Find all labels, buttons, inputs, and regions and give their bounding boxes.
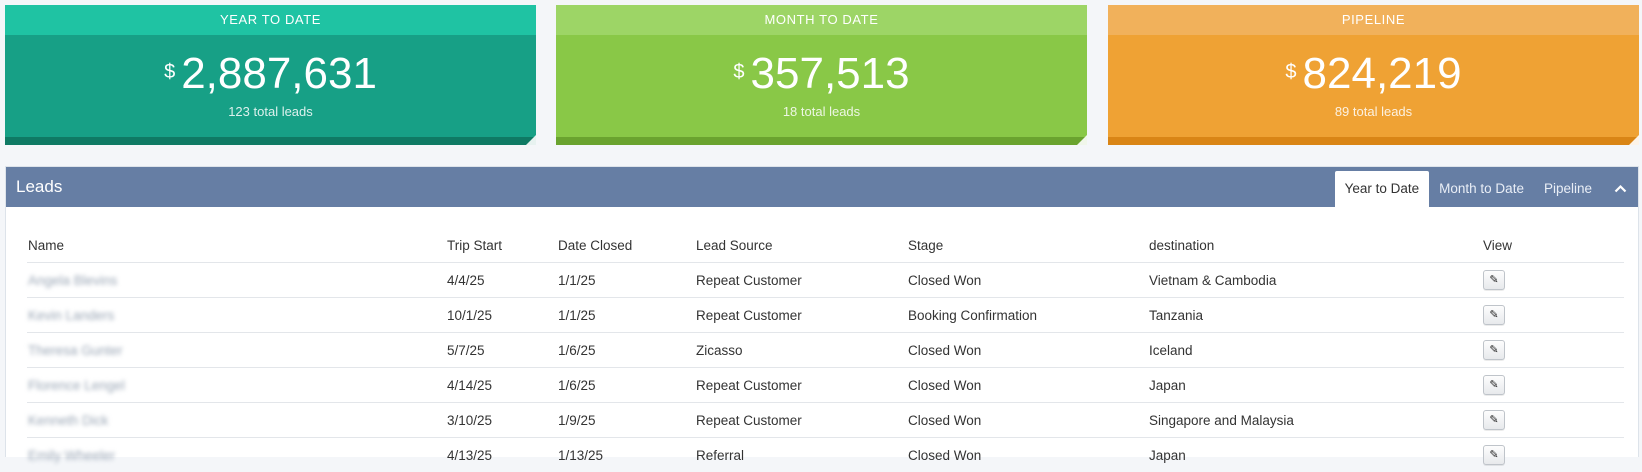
card-title: YEAR TO DATE (5, 5, 536, 35)
header-name[interactable]: Name (27, 229, 446, 263)
cell-stage: Booking Confirmation (907, 298, 1148, 333)
cell-destination: Tanzania (1148, 298, 1482, 333)
cell-destination: Vietnam & Cambodia (1148, 263, 1482, 298)
cell-trip-start: 5/7/25 (446, 333, 557, 368)
card-subtitle: 18 total leads (556, 104, 1087, 119)
cell-date-closed: 1/1/25 (557, 263, 695, 298)
card-title: MONTH TO DATE (556, 5, 1087, 35)
cell-lead-source: Repeat Customer (695, 263, 907, 298)
cell-date-closed: 1/6/25 (557, 333, 695, 368)
table-row: Florence Lengel 4/14/25 1/6/25 Repeat Cu… (27, 368, 1624, 403)
pencil-icon[interactable]: ✎ (1483, 270, 1505, 290)
card-month-to-date: MONTH TO DATE $357,513 18 total leads (556, 5, 1087, 145)
leads-panel: Leads Year to Date Month to Date Pipelin… (5, 166, 1639, 457)
cell-name[interactable]: Florence Lengel (27, 368, 446, 403)
amount-value: 357,513 (751, 49, 910, 98)
cell-view: ✎ (1482, 298, 1624, 333)
cell-view: ✎ (1482, 403, 1624, 438)
leads-table: Name Trip Start Date Closed Lead Source … (27, 229, 1624, 472)
cell-destination: Singapore and Malaysia (1148, 403, 1482, 438)
cell-lead-source: Referral (695, 438, 907, 472)
tab-pipeline[interactable]: Pipeline (1534, 171, 1602, 207)
cell-view: ✎ (1482, 438, 1624, 472)
card-title: PIPELINE (1108, 5, 1639, 35)
tab-year-to-date[interactable]: Year to Date (1335, 171, 1430, 207)
cell-view: ✎ (1482, 263, 1624, 298)
table-header-row: Name Trip Start Date Closed Lead Source … (27, 229, 1624, 263)
card-year-to-date: YEAR TO DATE $2,887,631 123 total leads (5, 5, 536, 145)
cell-trip-start: 10/1/25 (446, 298, 557, 333)
header-date-closed[interactable]: Date Closed (557, 229, 695, 263)
header-view: View (1482, 229, 1624, 263)
chevron-up-icon[interactable] (1602, 171, 1638, 207)
cell-name[interactable]: Kenneth Dick (27, 403, 446, 438)
table-row: Kenneth Dick 3/10/25 1/9/25 Repeat Custo… (27, 403, 1624, 438)
cell-lead-source: Repeat Customer (695, 368, 907, 403)
amount-value: 824,219 (1303, 49, 1462, 98)
corner-fold-icon (1077, 135, 1087, 145)
corner-fold-icon (1629, 135, 1639, 145)
currency-symbol: $ (164, 61, 175, 83)
header-trip-start[interactable]: Trip Start (446, 229, 557, 263)
cell-stage: Closed Won (907, 333, 1148, 368)
cell-view: ✎ (1482, 333, 1624, 368)
cell-destination: Japan (1148, 368, 1482, 403)
currency-symbol: $ (1285, 61, 1296, 83)
cell-view: ✎ (1482, 368, 1624, 403)
pencil-icon[interactable]: ✎ (1483, 445, 1505, 465)
cell-destination: Japan (1148, 438, 1482, 472)
cell-name[interactable]: Emily Wheeler (27, 438, 446, 472)
panel-title: Leads (16, 167, 62, 207)
cell-lead-source: Zicasso (695, 333, 907, 368)
table-row: Emily Wheeler 4/13/25 1/13/25 Referral C… (27, 438, 1624, 472)
cell-date-closed: 1/6/25 (557, 368, 695, 403)
table-row: Theresa Gunter 5/7/25 1/6/25 Zicasso Clo… (27, 333, 1624, 368)
card-amount: $357,513 (556, 49, 1087, 99)
cell-destination: Iceland (1148, 333, 1482, 368)
tab-month-to-date[interactable]: Month to Date (1429, 171, 1534, 207)
cell-trip-start: 4/4/25 (446, 263, 557, 298)
card-subtitle: 89 total leads (1108, 104, 1639, 119)
corner-fold-icon (526, 135, 536, 145)
pencil-icon[interactable]: ✎ (1483, 375, 1505, 395)
cell-name[interactable]: Kevin Landers (27, 298, 446, 333)
amount-value: 2,887,631 (181, 49, 377, 98)
cell-name[interactable]: Angela Blevins (27, 263, 446, 298)
cell-date-closed: 1/13/25 (557, 438, 695, 472)
panel-header: Leads Year to Date Month to Date Pipelin… (6, 167, 1638, 207)
table-row: Angela Blevins 4/4/25 1/1/25 Repeat Cust… (27, 263, 1624, 298)
card-amount: $824,219 (1108, 49, 1639, 99)
header-lead-source[interactable]: Lead Source (695, 229, 907, 263)
cell-trip-start: 4/13/25 (446, 438, 557, 472)
cell-date-closed: 1/9/25 (557, 403, 695, 438)
cell-date-closed: 1/1/25 (557, 298, 695, 333)
cell-trip-start: 3/10/25 (446, 403, 557, 438)
pencil-icon[interactable]: ✎ (1483, 410, 1505, 430)
currency-symbol: $ (733, 61, 744, 83)
card-pipeline: PIPELINE $824,219 89 total leads (1108, 5, 1639, 145)
cell-lead-source: Repeat Customer (695, 298, 907, 333)
pencil-icon[interactable]: ✎ (1483, 340, 1505, 360)
card-amount: $2,887,631 (5, 49, 536, 99)
cell-name[interactable]: Theresa Gunter (27, 333, 446, 368)
cell-stage: Closed Won (907, 438, 1148, 472)
cell-stage: Closed Won (907, 368, 1148, 403)
header-destination[interactable]: destination (1148, 229, 1482, 263)
table-row: Kevin Landers 10/1/25 1/1/25 Repeat Cust… (27, 298, 1624, 333)
panel-tabs: Year to Date Month to Date Pipeline (1335, 171, 1638, 207)
cell-stage: Closed Won (907, 263, 1148, 298)
cell-stage: Closed Won (907, 403, 1148, 438)
cell-trip-start: 4/14/25 (446, 368, 557, 403)
card-subtitle: 123 total leads (5, 104, 536, 119)
header-stage[interactable]: Stage (907, 229, 1148, 263)
cell-lead-source: Repeat Customer (695, 403, 907, 438)
pencil-icon[interactable]: ✎ (1483, 305, 1505, 325)
